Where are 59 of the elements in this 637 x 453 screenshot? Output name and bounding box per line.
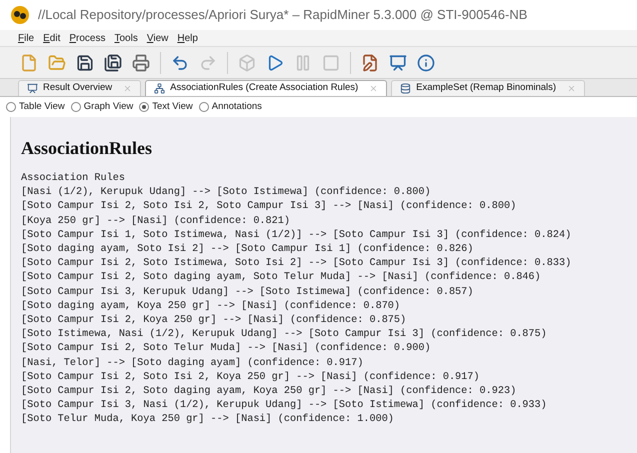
close-icon[interactable] bbox=[369, 84, 378, 93]
rule-line: [Soto Campur Isi 2, Koya 250 gr] --> [Nasi] (confidence: 0.875) bbox=[21, 314, 408, 328]
view-radio[interactable]: Annotations bbox=[198, 100, 262, 114]
rule-line: [Koya 250 gr] --> [Nasi] (confidence: 0.821) bbox=[21, 214, 291, 229]
rule-line: [Soto Campur Isi 2, Soto Isi 2, Koya 250 gr] --> [Nasi] (confidence: 0.917) bbox=[21, 370, 481, 385]
chart-board-icon bbox=[27, 83, 38, 94]
database-icon bbox=[400, 83, 412, 94]
info-button[interactable] bbox=[415, 52, 437, 74]
save-all-button[interactable] bbox=[102, 52, 124, 74]
tab[interactable]: Result Overview bbox=[18, 80, 142, 96]
menu-item[interactable]: Edit bbox=[43, 30, 60, 46]
radio-button[interactable] bbox=[198, 102, 209, 112]
view-radio[interactable]: Graph View bbox=[70, 100, 134, 114]
rule-line: [Soto Telur Muda, Koya 250 gr] --> [Nasi] (confidence: 1.000) bbox=[21, 413, 395, 428]
app-logo-icon bbox=[10, 5, 30, 25]
menu-item[interactable]: Tools bbox=[114, 30, 138, 46]
save-icon bbox=[76, 54, 94, 72]
redo-icon bbox=[199, 54, 217, 72]
rule-line: [Soto daging ayam, Soto Isi 2] --> [Soto Campur Isi 1] (confidence: 0.826) bbox=[21, 243, 474, 258]
results-heading: AssociationRules bbox=[21, 137, 154, 160]
rule-line: [Soto Campur Isi 2, Soto daging ayam, Koya 250 gr] --> [Nasi] (confidence: 0.923) bbox=[21, 385, 518, 400]
rule-line: [Soto daging ayam, Koya 250 gr] --> [Nasi] (confidence: 0.870) bbox=[21, 300, 402, 314]
menu-item[interactable]: Process bbox=[69, 30, 106, 46]
radio-button[interactable] bbox=[70, 102, 81, 112]
rule-line: [Soto Campur Isi 3, Nasi (1/2), Kerupuk Udang] --> [Soto Istimewa] (confidence: 0.933) bbox=[21, 399, 548, 414]
radio-button[interactable] bbox=[139, 102, 150, 112]
folder-icon bbox=[48, 54, 66, 72]
rule-line: [Soto Campur Isi 1, Soto Istimewa, Nasi (1/2)] --> [Soto Campur Isi 3] (confidence: 0.824) bbox=[21, 228, 572, 243]
menu-item[interactable]: File bbox=[18, 30, 34, 46]
rule-line: [Soto Campur Isi 3, Kerupuk Udang] --> [Soto Istimewa] (confidence: 0.857) bbox=[21, 286, 474, 300]
view-radio[interactable]: Table View bbox=[6, 100, 65, 114]
new-file-icon bbox=[20, 54, 38, 72]
radio-button[interactable] bbox=[6, 102, 16, 112]
tab[interactable]: AssociationRules (Create Association Rules) bbox=[145, 80, 388, 96]
rules-subheading: Association Rules bbox=[21, 172, 126, 186]
chart-board-icon bbox=[389, 54, 407, 72]
stop-icon bbox=[322, 54, 340, 72]
rule-line: [Soto Campur Isi 2, Soto Isi 2, Soto Campur Isi 3] --> [Nasi] (confidence: 0.800) bbox=[21, 200, 518, 214]
pause-icon bbox=[294, 54, 312, 72]
edit-document-icon bbox=[361, 54, 379, 72]
cube-icon bbox=[238, 54, 256, 72]
printer-icon bbox=[132, 54, 150, 72]
menu-item[interactable]: Help bbox=[177, 30, 198, 46]
window-title: //Local Repository/processes/Apriori Surya* – RapidMiner 5.3.000 @ STI-900546-NB bbox=[38, 6, 528, 24]
view-radio[interactable]: Text View bbox=[139, 100, 193, 114]
rule-line: [Soto Campur Isi 2, Soto Istimewa, Soto Isi 2] --> [Soto Campur Isi 3] (confidence: 0.833) bbox=[21, 257, 572, 272]
rule-line: [Soto Campur Isi 2, Soto daging ayam, Soto Telur Muda] --> [Nasi] (confidence: 0.846) bbox=[21, 271, 542, 286]
save-all-icon bbox=[104, 54, 122, 72]
tab[interactable]: ExampleSet (Remap Binominals) bbox=[391, 80, 586, 96]
rule-line: [Nasi (1/2), Kerupuk Udang] --> [Soto Istimewa] (confidence: 0.800) bbox=[21, 186, 432, 200]
rules-icon bbox=[154, 83, 166, 94]
play-icon bbox=[266, 54, 284, 72]
printer-button[interactable] bbox=[130, 52, 152, 74]
undo-icon bbox=[171, 54, 189, 72]
rule-line: [Soto Campur Isi 2, Soto Telur Muda] --> [Nasi] (confidence: 0.900) bbox=[21, 342, 432, 356]
rule-line: [Nasi, Telor] --> [Soto daging ayam] (confidence: 0.917) bbox=[21, 356, 364, 371]
info-icon bbox=[417, 54, 435, 72]
rule-line: [Soto Istimewa, Nasi (1/2), Kerupuk Udang] --> [Soto Campur Isi 3] (confidence: 0.875) bbox=[21, 328, 548, 342]
menu-item[interactable]: View bbox=[146, 30, 168, 46]
